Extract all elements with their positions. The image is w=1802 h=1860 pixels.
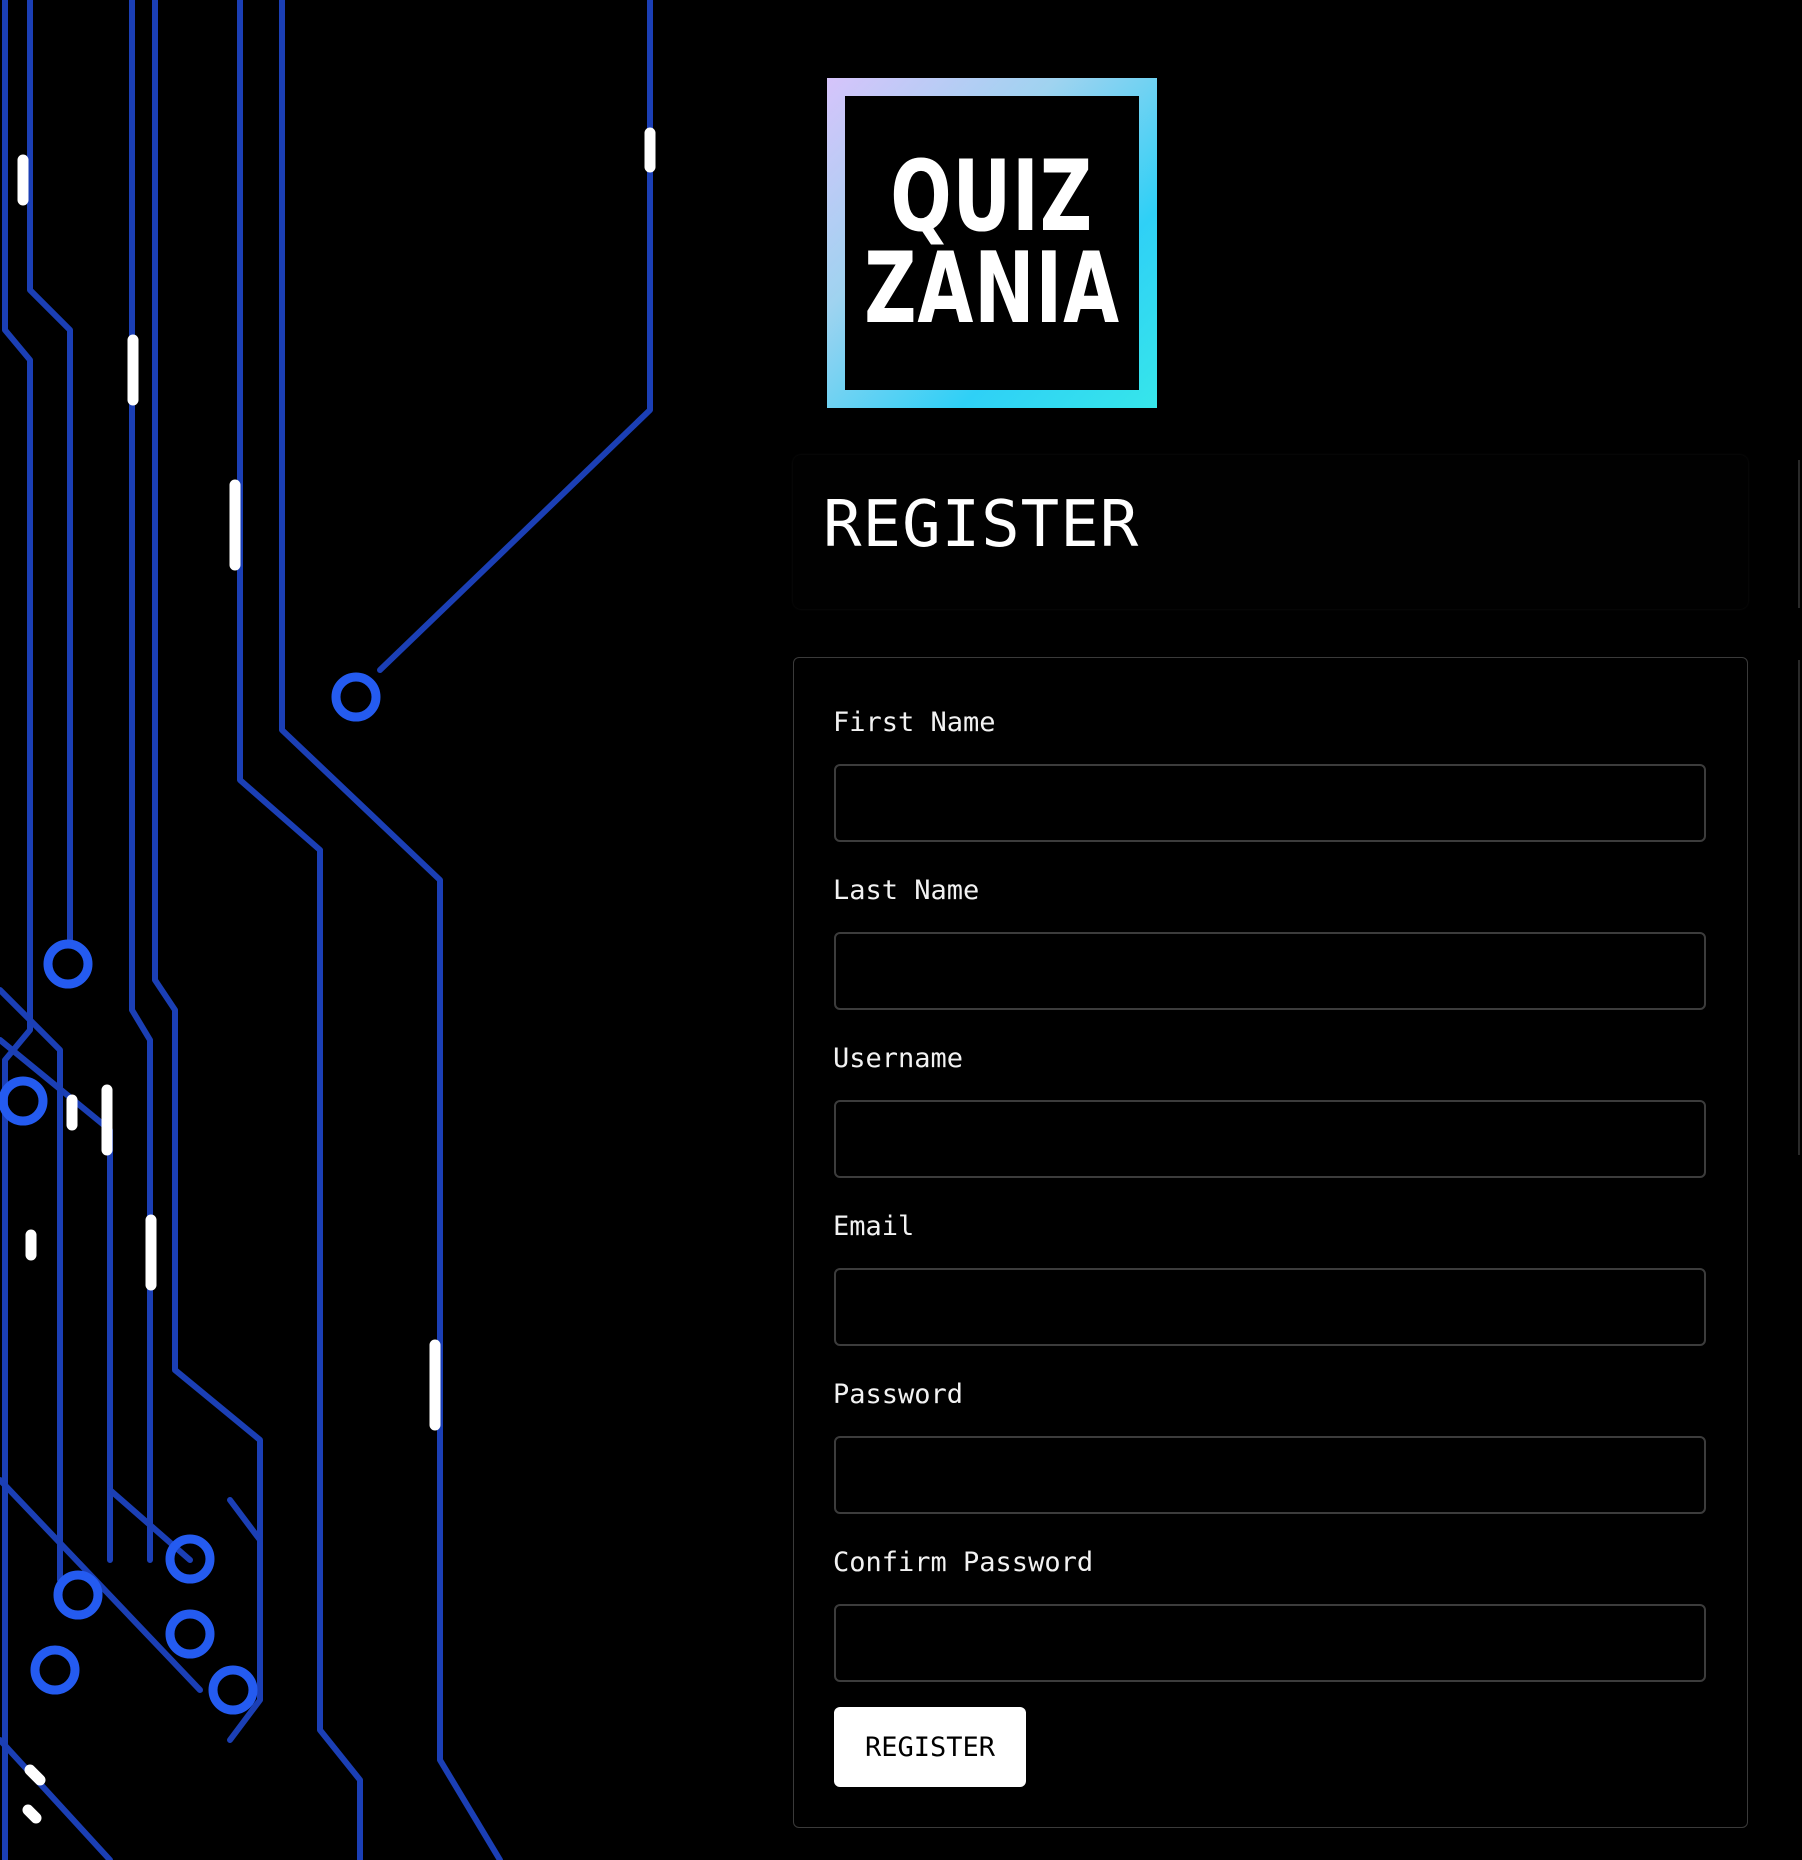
- last-name-label: Last Name: [833, 875, 980, 906]
- logo-text-line2: ZANIA: [864, 232, 1120, 346]
- title-card: REGISTER: [793, 455, 1748, 609]
- email-label: Email: [833, 1211, 915, 1242]
- register-button[interactable]: REGISTER: [834, 1707, 1026, 1787]
- username-label: Username: [833, 1043, 964, 1074]
- right-edge-divider: [1798, 660, 1800, 1155]
- username-input[interactable]: [834, 1100, 1706, 1178]
- logo-inner: QUIZ ZANIA: [845, 96, 1139, 390]
- confirm-password-label: Confirm Password: [833, 1547, 1094, 1578]
- logo-text-line1: QUIZ: [890, 140, 1094, 254]
- quizzania-logo: QUIZ ZANIA: [827, 78, 1157, 408]
- right-edge-divider: [1798, 460, 1800, 608]
- first-name-input[interactable]: [834, 764, 1706, 842]
- registration-form: First Name Last Name Username Email Pass…: [793, 657, 1748, 1828]
- email-input[interactable]: [834, 1268, 1706, 1346]
- first-name-label: First Name: [833, 707, 996, 738]
- last-name-input[interactable]: [834, 932, 1706, 1010]
- confirm-password-input[interactable]: [834, 1604, 1706, 1682]
- password-label: Password: [833, 1379, 964, 1410]
- page-title: REGISTER: [823, 488, 1140, 562]
- circuit-board-background: [0, 0, 656, 1860]
- password-input[interactable]: [834, 1436, 1706, 1514]
